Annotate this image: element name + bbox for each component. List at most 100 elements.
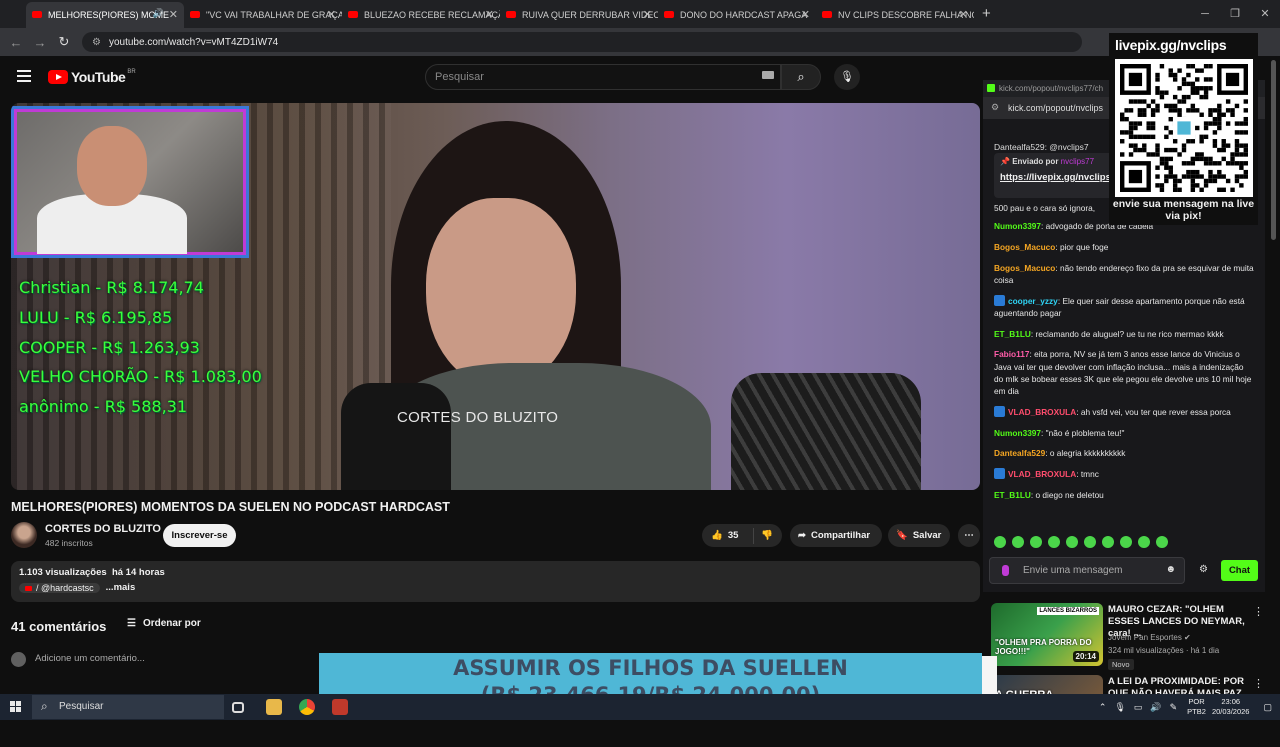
save-button[interactable]: 🔖 Salvar xyxy=(888,524,950,547)
notifications-icon[interactable]: ▢ xyxy=(1263,702,1272,713)
speaker-icon[interactable]: 🔊 xyxy=(153,8,164,19)
chat-username[interactable]: Bogos_Macuco xyxy=(994,263,1055,273)
network-icon[interactable]: ▭ xyxy=(1134,702,1143,713)
back-icon[interactable]: ← xyxy=(4,35,28,50)
restore-icon[interactable]: ❐ xyxy=(1220,0,1250,28)
close-tab-icon[interactable]: ✕ xyxy=(485,8,494,21)
chat-username[interactable]: Dantealfa529 xyxy=(994,448,1045,458)
close-tab-icon[interactable]: ✕ xyxy=(959,8,968,21)
qr-module xyxy=(1225,99,1231,104)
like-button[interactable]: 👍 35 xyxy=(702,527,754,544)
qr-module xyxy=(1217,121,1222,126)
more-actions-button[interactable]: ⋯ xyxy=(958,524,980,547)
browser-tab[interactable]: NV CLIPS DESCOBRE FALHA NO ✕ xyxy=(816,2,974,28)
chrome-icon[interactable] xyxy=(299,699,315,715)
chat-username[interactable]: ET_B1LU xyxy=(994,329,1031,339)
show-more-link[interactable]: ...mais xyxy=(106,582,136,593)
chat-username[interactable]: cooper_yzzy xyxy=(1008,296,1058,306)
qr-module xyxy=(1186,64,1191,69)
address-bar-row: ← → ↻ ⚙ youtube.com/watch?v=vMT4ZD1iW74 xyxy=(0,28,1280,56)
taskbar-search[interactable]: Pesquisar xyxy=(32,695,224,719)
chat-message: Fabio117: eita porra, NV se já tem 3 ano… xyxy=(994,349,1252,397)
menu-icon[interactable] xyxy=(17,70,31,82)
emote-icon[interactable] xyxy=(1156,536,1168,548)
chat-username[interactable]: Fabio117 xyxy=(994,349,1030,359)
close-tab-icon[interactable]: ✕ xyxy=(643,8,652,21)
file-explorer-icon[interactable] xyxy=(266,699,282,715)
language-indicator[interactable]: POR PTB2 xyxy=(1187,697,1206,717)
browser-tab[interactable]: MELHORES(PIORES) MOME 🔊 ✕ xyxy=(26,2,184,28)
pinned-link[interactable]: https://livepix.gg/nvclips xyxy=(1000,172,1113,183)
emote-icon[interactable] xyxy=(1138,536,1150,548)
microphone-tray-icon[interactable]: 🎙 xyxy=(1114,702,1125,713)
page-scrollbar[interactable] xyxy=(1270,60,1278,690)
new-tab-button[interactable]: + xyxy=(982,2,991,28)
close-tab-icon[interactable]: ✕ xyxy=(169,8,178,21)
related-video[interactable]: "OLHEM PRA PORRA DO JOGO!!!" LANCES BIZAR… xyxy=(991,603,1276,675)
qr-module xyxy=(1203,94,1209,100)
subscribe-button[interactable]: Inscrever-se xyxy=(163,524,236,547)
chat-username[interactable]: Bogos_Macuco xyxy=(994,242,1055,252)
emote-icon[interactable] xyxy=(1066,536,1078,548)
channel-name[interactable]: CORTES DO BLUZITO xyxy=(45,523,161,535)
qr-module xyxy=(1225,161,1231,166)
emote-icon[interactable] xyxy=(1120,536,1132,548)
emote-icon[interactable] xyxy=(994,536,1006,548)
qr-module xyxy=(1177,99,1182,104)
volume-icon[interactable]: 🔊 xyxy=(1150,702,1161,713)
task-view-icon[interactable] xyxy=(232,702,244,713)
channel-avatar[interactable] xyxy=(11,522,37,548)
qr-module xyxy=(1195,152,1200,157)
keyboard-icon[interactable] xyxy=(762,71,774,79)
minimize-icon[interactable]: ─ xyxy=(1190,0,1220,28)
clock[interactable]: 23:06 20/03/2026 xyxy=(1212,697,1250,717)
url-field[interactable]: ⚙ youtube.com/watch?v=vMT4ZD1iW74 xyxy=(82,32,1082,52)
pin-icon: 📌 xyxy=(1000,157,1010,166)
emote-icon[interactable] xyxy=(1030,536,1042,548)
voice-search-button[interactable]: 🎙 xyxy=(834,64,860,90)
search-input[interactable]: Pesquisar xyxy=(425,64,781,90)
browser-tab[interactable]: RUIVA QUER DERRUBAR VIDEO ✕ xyxy=(500,2,658,28)
emote-icon[interactable] xyxy=(1102,536,1114,548)
windows-start-icon[interactable] xyxy=(10,701,21,712)
chat-settings-icon[interactable]: ⚙ xyxy=(1199,564,1208,575)
search-button[interactable]: ⌕ xyxy=(781,64,821,90)
dislike-button[interactable]: 👎 xyxy=(754,530,773,541)
chat-username[interactable]: Numon3397 xyxy=(994,221,1041,231)
video-thumbnail[interactable]: "OLHEM PRA PORRA DO JOGO!!!" LANCES BIZAR… xyxy=(991,603,1103,666)
chat-username[interactable]: Numon3397 xyxy=(994,428,1041,438)
emote-icon[interactable] xyxy=(1084,536,1096,548)
chevron-up-icon[interactable]: ⌃ xyxy=(1099,702,1107,713)
more-options-icon[interactable]: ⋮ xyxy=(1253,605,1264,618)
add-comment-input[interactable]: Adicione um comentário... xyxy=(35,653,145,664)
youtube-logo[interactable]: YouTube BR xyxy=(48,69,136,85)
qr-module xyxy=(1225,178,1231,184)
description-box[interactable]: 1.103 visualizações há 14 horas / @hardc… xyxy=(11,561,980,602)
chat-username[interactable]: ET_B1LU xyxy=(994,490,1031,500)
emote-icon[interactable] xyxy=(1012,536,1024,548)
reload-icon[interactable]: ↻ xyxy=(52,34,76,50)
related-video-channel[interactable]: Jovem Pan Esportes ✔ xyxy=(1108,633,1191,642)
browser-tab[interactable]: "VC VAI TRABALHAR DE GRAÇA" ✕ xyxy=(184,2,342,28)
close-tab-icon[interactable]: ✕ xyxy=(801,8,810,21)
qr-module xyxy=(1186,174,1191,179)
browser-tab[interactable]: BLUEZAO RECEBE RECLAMAÇÃO ✕ xyxy=(342,2,500,28)
close-window-icon[interactable]: ✕ xyxy=(1250,0,1280,28)
close-tab-icon[interactable]: ✕ xyxy=(327,8,336,21)
chat-message-input[interactable]: Envie uma mensagem xyxy=(989,557,1185,584)
more-options-icon[interactable]: ⋮ xyxy=(1253,677,1264,690)
channel-mention-link[interactable]: / @hardcastsc xyxy=(19,582,100,593)
video-player[interactable]: Christian - R$ 8.174,74 LULU - R$ 6.195,8… xyxy=(11,103,980,490)
share-button[interactable]: ➦ Compartilhar xyxy=(790,524,882,547)
emote-icon[interactable] xyxy=(1048,536,1060,548)
site-info-icon[interactable]: ⚙ xyxy=(92,37,101,48)
browser-tab[interactable]: DONO DO HARDCAST APAGA ✕ xyxy=(658,2,816,28)
chat-send-button[interactable]: Chat xyxy=(1221,560,1258,581)
chat-username[interactable]: VLAD_BROXULA xyxy=(1008,469,1076,479)
sort-comments-button[interactable]: ☰ Ordenar por xyxy=(127,618,201,629)
app-icon[interactable] xyxy=(332,699,348,715)
qr-module xyxy=(1186,94,1191,100)
pen-icon[interactable]: ✎ xyxy=(1170,702,1178,713)
forward-icon[interactable]: → xyxy=(28,35,52,50)
chat-username[interactable]: VLAD_BROXULA xyxy=(1008,407,1076,417)
